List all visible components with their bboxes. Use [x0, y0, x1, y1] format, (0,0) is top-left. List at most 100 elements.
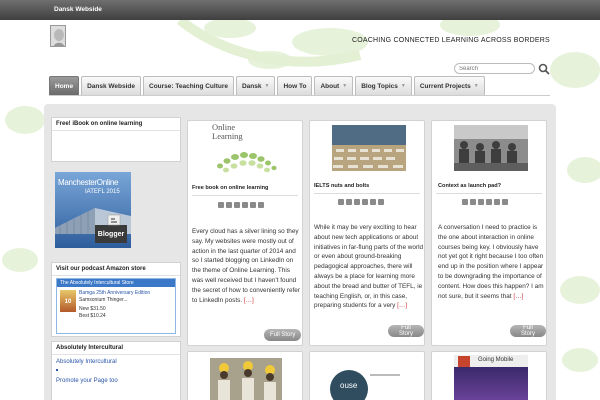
divider	[192, 195, 298, 196]
tab-dansk-webside[interactable]: Dansk Webside	[81, 76, 141, 95]
post-thumbnail[interactable]	[454, 125, 528, 171]
tab-blog-topics[interactable]: Blog Topics ▼	[355, 76, 412, 95]
post-title[interactable]: Context as launch pad?	[438, 183, 501, 189]
post-excerpt: A conversation I need to practice is the…	[438, 224, 544, 300]
badge-title: ManchesterOnline	[58, 178, 119, 187]
divider	[436, 193, 542, 194]
post-card	[187, 351, 303, 400]
book-cover-graphic	[454, 367, 528, 400]
exam-hall-photo	[332, 125, 406, 171]
dots-arc-graphic	[217, 152, 277, 173]
post-thumbnail[interactable]: Online Learning	[210, 123, 282, 173]
post-thumbnail[interactable]	[210, 358, 282, 400]
thumb-label: ouse	[340, 381, 358, 390]
top-link-dansk-webside[interactable]: Dansk Webside	[54, 6, 102, 13]
post-card: IELTS nuts and bolts While it may be ver…	[309, 120, 425, 346]
amazon-store-box[interactable]: The Absolutely Intercultural Store 10 Ba…	[56, 278, 176, 334]
tab-course-teaching-culture[interactable]: Course: Teaching Culture	[143, 76, 234, 95]
post-excerpt: Every cloud has a silver lining so they …	[192, 228, 300, 304]
post-card: Going Mobile	[431, 351, 547, 400]
product-title[interactable]: Bamga 25th Anniversary Edition	[79, 290, 150, 296]
product-new-price: New $31.50	[79, 306, 106, 312]
badge-subtitle: IATEFL 2015	[85, 189, 120, 195]
full-story-button[interactable]: Full Story	[264, 329, 302, 341]
tag-icon[interactable]	[502, 199, 508, 205]
workers-photo	[210, 358, 282, 400]
paperclip-icon	[470, 199, 476, 205]
store-header: The Absolutely Intercultural Store	[57, 279, 175, 287]
post-title[interactable]: IELTS nuts and bolts	[314, 183, 369, 189]
link-absolutely-intercultural[interactable]: Absolutely Intercultural	[56, 359, 117, 365]
site-tagline: COACHING CONNECTED LEARNING ACROSS BORDE…	[352, 37, 550, 44]
amazon-widget: Visit our podcast Amazon store The Absol…	[51, 262, 181, 337]
post-meta-icons	[218, 202, 264, 208]
post-meta-icons	[338, 199, 384, 205]
thumb-label: Going Mobile	[478, 357, 514, 363]
comment-icon[interactable]	[242, 202, 248, 208]
post-thumbnail[interactable]: ouse	[330, 370, 368, 400]
search-input[interactable]	[454, 63, 535, 74]
full-story-button[interactable]: Full Story	[510, 325, 546, 337]
read-more-link[interactable]: […]	[397, 302, 407, 309]
chevron-down-icon: ▼	[342, 83, 348, 89]
post-card: Context as launch pad? A conversation I …	[431, 120, 547, 346]
comment-icon[interactable]	[486, 199, 492, 205]
widget-title: Absolutely Intercultural	[52, 342, 180, 355]
blogger-label: Blogger	[95, 225, 127, 243]
ibook-widget: Free! iBook on online learning	[51, 117, 181, 162]
post-card: Online Learning Free book on online lear…	[187, 120, 303, 346]
chevron-down-icon: ▼	[473, 83, 479, 89]
calendar-icon	[462, 199, 468, 205]
read-more-link[interactable]: […]	[244, 297, 254, 304]
tab-current-projects[interactable]: Current Projects ▼	[413, 76, 485, 95]
post-thumbnail[interactable]: Going Mobile	[454, 355, 528, 400]
chevron-down-icon: ▼	[400, 83, 406, 89]
blogger-badge-widget: ManchesterOnline IATEFL 2015 Blogger	[51, 167, 181, 253]
product-subtitle: Samsonium Thinger...	[79, 297, 128, 303]
tab-about[interactable]: About ▼	[314, 76, 354, 95]
folder-icon[interactable]	[494, 199, 500, 205]
post-thumbnail[interactable]	[332, 125, 406, 171]
product-best-price: Best $10.24	[79, 313, 106, 319]
tab-how-to[interactable]: How To	[277, 76, 313, 95]
blogger-logo-icon	[107, 214, 121, 226]
divider	[314, 193, 420, 194]
calendar-icon	[338, 199, 344, 205]
user-icon	[234, 202, 240, 208]
post-card: ouse	[309, 351, 425, 400]
link-promote-page[interactable]: Promote your Page too	[56, 378, 118, 384]
tag-icon[interactable]	[258, 202, 264, 208]
full-story-button[interactable]: Full Story	[388, 325, 424, 337]
nav-divider	[49, 95, 550, 96]
user-icon	[478, 199, 484, 205]
read-more-link[interactable]: […]	[513, 293, 523, 300]
absolutely-intercultural-widget: Absolutely Intercultural Absolutely Inte…	[51, 341, 181, 400]
paperclip-icon	[346, 199, 352, 205]
tab-home[interactable]: Home	[49, 76, 80, 95]
main-nav: Home Dansk Webside Course: Teaching Cult…	[49, 76, 485, 95]
post-excerpt: While it may be very exciting to hear ab…	[314, 224, 424, 310]
top-bar: Dansk Webside	[0, 0, 600, 20]
chevron-down-icon: ▼	[264, 83, 270, 89]
post-title[interactable]: Free book on online learning	[192, 185, 268, 191]
tag-icon[interactable]	[378, 199, 384, 205]
calendar-icon	[218, 202, 224, 208]
thumb-caption-line	[370, 374, 400, 376]
post-meta-icons	[462, 199, 508, 205]
product-cover: 10	[60, 290, 76, 312]
user-icon	[354, 199, 360, 205]
classroom-photo	[454, 125, 528, 171]
paperclip-icon	[226, 202, 232, 208]
search-icon[interactable]	[538, 63, 550, 75]
list-bullet	[56, 369, 58, 371]
folder-icon[interactable]	[370, 199, 376, 205]
folder-icon[interactable]	[250, 202, 256, 208]
comment-icon[interactable]	[362, 199, 368, 205]
thumb-text-line: Learning	[212, 131, 243, 141]
widget-title: Free! iBook on online learning	[52, 118, 180, 131]
avatar-portrait-icon	[51, 26, 65, 46]
blogger-badge[interactable]: ManchesterOnline IATEFL 2015 Blogger	[55, 172, 131, 248]
avatar[interactable]	[50, 25, 66, 47]
widget-title: Visit our podcast Amazon store	[52, 263, 180, 276]
tab-dansk[interactable]: Dansk ▼	[235, 76, 276, 95]
